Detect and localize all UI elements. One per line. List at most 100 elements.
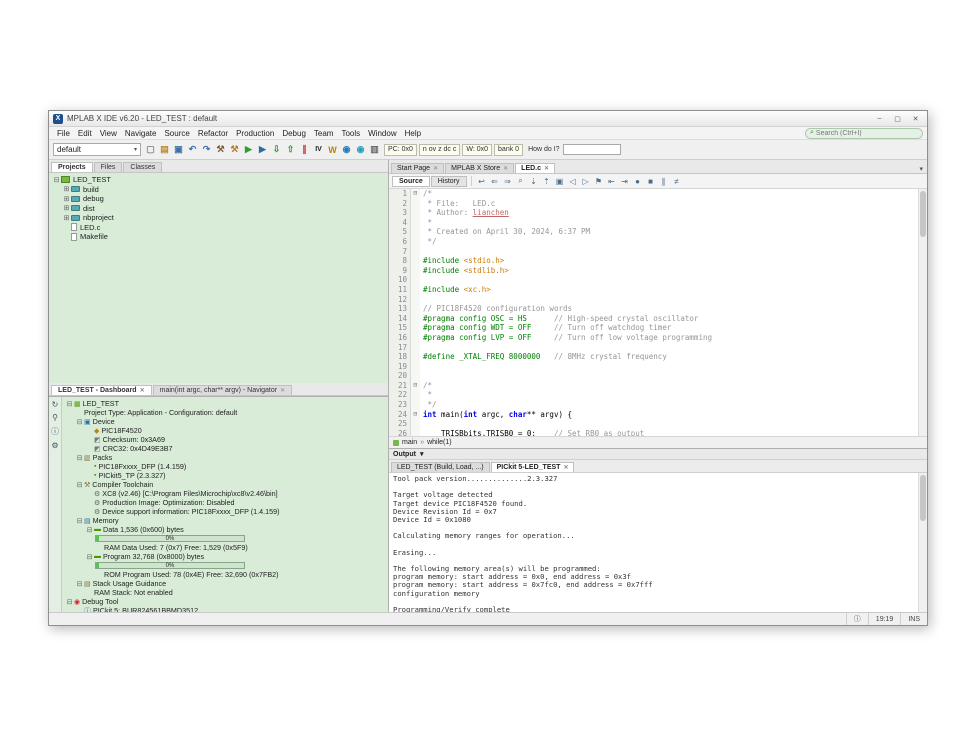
close-icon[interactable]: ✕ — [563, 464, 568, 471]
menu-item-tools[interactable]: Tools — [337, 129, 364, 138]
debug-project-icon[interactable]: ▶ — [256, 143, 269, 156]
code-editor[interactable]: 1⊟/*2 * File: LED.c3 * Author: lianchen4… — [389, 189, 927, 436]
view-tab-source[interactable]: Source — [392, 176, 430, 187]
search-box[interactable]: ⌕ — [805, 128, 923, 139]
menu-item-navigate[interactable]: Navigate — [121, 129, 161, 138]
stop-macro-icon[interactable]: ■ — [645, 175, 657, 187]
menu-item-window[interactable]: Window — [364, 129, 400, 138]
comment-icon[interactable]: ∥ — [658, 175, 670, 187]
menu-item-team[interactable]: Team — [310, 129, 338, 138]
collapse-icon[interactable]: ⊟ — [75, 481, 84, 489]
find-selection-icon[interactable]: ⌕ — [515, 175, 527, 187]
search-input[interactable] — [816, 130, 918, 137]
collapse-icon[interactable]: ⊟ — [75, 454, 84, 462]
collapse-icon[interactable]: ⊟ — [52, 176, 61, 184]
menu-item-production[interactable]: Production — [232, 129, 278, 138]
notification-icon[interactable]: ⓘ — [846, 613, 868, 625]
maximize-editor-icon[interactable]: ▾ — [919, 166, 923, 173]
console-scrollbar[interactable] — [918, 473, 927, 612]
menu-item-debug[interactable]: Debug — [278, 129, 310, 138]
maximize-button[interactable]: ▢ — [890, 113, 905, 124]
breadcrumb-item[interactable]: main — [402, 439, 417, 446]
editor-scrollbar[interactable] — [918, 189, 927, 436]
chevron-down-icon[interactable]: ▾ — [420, 450, 424, 458]
close-icon[interactable]: ✕ — [140, 387, 145, 394]
store-icon[interactable]: ◉ — [354, 143, 367, 156]
collapse-icon[interactable]: ⊟ — [85, 526, 94, 534]
expand-icon[interactable]: ⊞ — [62, 214, 71, 222]
toggle-bookmark-icon[interactable]: ⚑ — [593, 175, 605, 187]
editor-tab-start-page[interactable]: Start Page✕ — [391, 163, 444, 173]
close-icon[interactable]: ✕ — [544, 165, 549, 172]
info-icon[interactable]: ⓘ — [51, 426, 59, 437]
tab-projects[interactable]: Projects — [51, 162, 93, 172]
find-next-icon[interactable]: ⇣ — [528, 175, 540, 187]
find-previous-icon[interactable]: ⇡ — [541, 175, 553, 187]
configuration-select[interactable]: default ▾ — [53, 143, 141, 156]
collapse-icon[interactable]: ⊟ — [65, 598, 74, 606]
tab-led-test-dashboard[interactable]: LED_TEST - Dashboard✕ — [51, 385, 152, 395]
build-project-icon[interactable]: ⚒ — [214, 143, 227, 156]
expand-icon[interactable]: ⊞ — [62, 195, 71, 203]
previous-bookmark-icon[interactable]: ◁ — [567, 175, 579, 187]
save-all-icon[interactable]: ▣ — [172, 143, 185, 156]
tab-files[interactable]: Files — [94, 162, 123, 172]
scrollbar-thumb[interactable] — [920, 475, 926, 521]
collapse-icon[interactable]: ⊟ — [75, 580, 84, 588]
next-bookmark-icon[interactable]: ▷ — [580, 175, 592, 187]
close-icon[interactable]: ✕ — [433, 165, 438, 172]
memory-view-icon[interactable]: ▥ — [368, 143, 381, 156]
expand-icon[interactable]: ⊞ — [62, 185, 71, 193]
watch-window-icon[interactable]: W — [326, 143, 339, 156]
undo-icon[interactable]: ↶ — [186, 143, 199, 156]
toggle-highlight-icon[interactable]: ▣ — [554, 175, 566, 187]
menu-item-view[interactable]: View — [96, 129, 121, 138]
iv-tool-icon[interactable]: IV — [312, 143, 325, 156]
tree-root-project[interactable]: ⊟LED_TEST — [49, 175, 388, 185]
how-do-i-input[interactable] — [563, 144, 621, 155]
open-project-icon[interactable]: ▤ — [158, 143, 171, 156]
menu-item-help[interactable]: Help — [401, 129, 425, 138]
redo-icon[interactable]: ↷ — [200, 143, 213, 156]
start-macro-icon[interactable]: ● — [632, 175, 644, 187]
titlebar[interactable]: X MPLAB X IDE v6.20 - LED_TEST : default… — [49, 111, 927, 127]
collapse-icon[interactable]: ⊟ — [75, 418, 84, 426]
breadcrumb-item[interactable]: while(1) — [427, 439, 452, 446]
tree-item-debug[interactable]: ⊞debug — [49, 194, 388, 204]
refresh-icon[interactable]: ↻ — [52, 400, 59, 409]
tree-item-led-c[interactable]: LED.c — [49, 223, 388, 233]
simulator-icon[interactable]: ◉ — [340, 143, 353, 156]
menu-item-refactor[interactable]: Refactor — [194, 129, 232, 138]
scrollbar-thumb[interactable] — [920, 191, 926, 237]
forward-icon[interactable]: ⇒ — [502, 175, 514, 187]
fold-toggle-icon[interactable]: ⊟ — [411, 410, 420, 420]
tab-main-int-argc-char-argv-naviga[interactable]: main(int argc, char** argv) - Navigator✕ — [153, 385, 293, 395]
close-icon[interactable]: ✕ — [280, 387, 285, 394]
shift-left-icon[interactable]: ⇤ — [606, 175, 618, 187]
clean-and-build-icon[interactable]: ⚒ — [228, 143, 241, 156]
fold-toggle-icon[interactable]: ⊟ — [411, 189, 420, 199]
tab-classes[interactable]: Classes — [123, 162, 162, 172]
collapse-icon[interactable]: ⊟ — [75, 517, 84, 525]
expand-icon[interactable]: ⊞ — [62, 204, 71, 212]
menu-item-edit[interactable]: Edit — [74, 129, 96, 138]
tree-item-makefile[interactable]: Makefile — [49, 232, 388, 242]
uncomment-icon[interactable]: ≠ — [671, 175, 683, 187]
tree-item-build[interactable]: ⊞build — [49, 185, 388, 195]
pin-icon[interactable]: ⚲ — [52, 413, 58, 422]
editor-tab-mplab-x-store[interactable]: MPLAB X Store✕ — [445, 163, 514, 173]
last-edit-icon[interactable]: ↩ — [476, 175, 488, 187]
view-tab-history[interactable]: History — [431, 176, 467, 187]
make-and-program-icon[interactable]: ⇩ — [270, 143, 283, 156]
output-tab-led-test-build-load[interactable]: LED_TEST (Build, Load, ...) — [391, 462, 490, 472]
tree-item-dist[interactable]: ⊞dist — [49, 204, 388, 214]
output-console[interactable]: Tool pack version..............2.3.327 T… — [389, 473, 927, 612]
collapse-icon[interactable]: ⊟ — [85, 553, 94, 561]
tree-item-nbproject[interactable]: ⊞nbproject — [49, 213, 388, 223]
fold-toggle-icon[interactable]: ⊟ — [411, 381, 420, 391]
settings-icon[interactable]: ⚙ — [51, 441, 58, 450]
read-device-memory-icon[interactable]: ⇧ — [284, 143, 297, 156]
close-icon[interactable]: ✕ — [503, 165, 508, 172]
minimize-button[interactable]: – — [872, 113, 887, 124]
editor-tab-led-c[interactable]: LED.c✕ — [515, 163, 555, 173]
